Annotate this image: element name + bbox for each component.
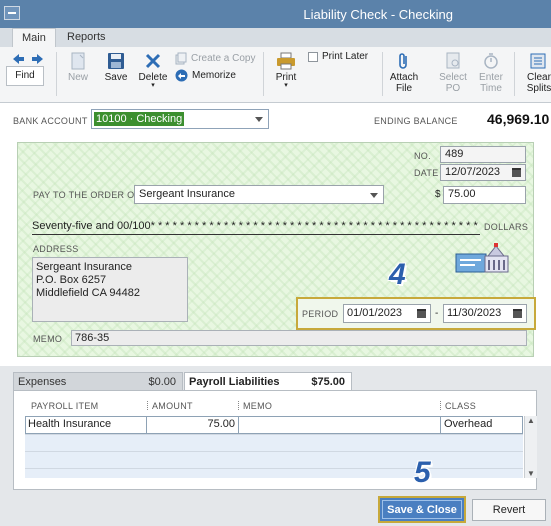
address-line-3: Middlefield CA 94482: [36, 287, 140, 299]
tab-reports[interactable]: Reports: [58, 28, 115, 48]
column-header-payroll-item: PAYROLL ITEM: [31, 401, 99, 411]
table-scrollbar[interactable]: ▲ ▼: [524, 416, 537, 478]
address-box[interactable]: Sergeant Insurance P.O. Box 6257 Middlef…: [32, 257, 188, 322]
table-row-empty[interactable]: [25, 451, 523, 468]
create-copy-button[interactable]: Create a Copy: [175, 52, 255, 65]
amount-field[interactable]: 75.00: [443, 186, 526, 204]
delete-x-icon: [145, 53, 161, 69]
amount-in-words: Seventy-five and 00/100* * * * * * * * *…: [32, 220, 480, 235]
check-number-field[interactable]: 489: [440, 146, 526, 163]
period-label: PERIOD: [302, 309, 339, 319]
bank-account-label: BANK ACCOUNT: [13, 116, 88, 126]
save-and-close-button[interactable]: Save & Close: [378, 496, 466, 523]
delete-button[interactable]: Delete ▾: [136, 52, 170, 89]
prev-next-arrows-icon[interactable]: [12, 53, 44, 65]
dollar-sign: $: [435, 189, 441, 200]
ending-balance-value: 46,969.10: [487, 111, 550, 127]
tab-payroll-liabilities[interactable]: Payroll Liabilities $75.00: [184, 372, 352, 392]
chevron-down-icon: ▾: [284, 82, 288, 89]
bank-account-value: 10100 · Checking: [94, 112, 185, 126]
print-later-checkbox[interactable]: Print Later: [308, 51, 368, 62]
amount-cell[interactable]: 75.00: [147, 417, 238, 434]
payee-select[interactable]: Sergeant Insurance: [134, 185, 384, 204]
window-title: Liability Check - Checking: [303, 7, 453, 22]
chevron-down-icon: [255, 117, 263, 122]
class-cell[interactable]: Overhead: [441, 417, 523, 434]
ending-balance-label: ENDING BALANCE: [374, 116, 458, 126]
new-document-icon: [71, 52, 85, 70]
scroll-down-icon[interactable]: ▼: [525, 469, 537, 478]
tab-expenses[interactable]: Expenses $0.00: [13, 372, 183, 391]
government-check-icon: [455, 243, 509, 273]
ribbon-tabs: Main Reports: [0, 28, 551, 48]
chevron-down-icon: ▾: [151, 82, 155, 89]
checkbox-box[interactable]: [308, 51, 318, 62]
table-row-empty[interactable]: [25, 468, 523, 478]
address-label: ADDRESS: [33, 244, 79, 254]
select-po-button[interactable]: Select PO: [438, 52, 468, 94]
stopwatch-icon: [484, 53, 498, 69]
tab-main[interactable]: Main: [12, 28, 56, 48]
floppy-disk-icon: [108, 53, 124, 69]
clear-splits-button[interactable]: Clear Splits: [524, 52, 551, 94]
calendar-icon[interactable]: [417, 309, 426, 318]
check-number-label: NO.: [414, 151, 431, 161]
column-header-memo: MEMO: [243, 401, 273, 411]
memorize-button[interactable]: Memorize: [175, 69, 236, 82]
window-menu-icon[interactable]: [4, 6, 20, 20]
ribbon-toolbar: New Save Delete ▾ Create a Copy Memorize…: [0, 47, 551, 103]
clear-splits-icon: [530, 53, 546, 69]
chevron-down-icon: [370, 193, 378, 198]
save-button[interactable]: Save: [101, 52, 131, 83]
find-button[interactable]: Find: [6, 66, 44, 86]
calendar-icon[interactable]: [513, 309, 522, 318]
memo-cell[interactable]: [239, 417, 440, 434]
date-label: DATE: [414, 168, 439, 178]
dollars-label: DOLLARS: [484, 222, 529, 232]
address-line-1: Sergeant Insurance: [36, 261, 133, 273]
memo-field[interactable]: 786-35: [71, 330, 527, 346]
pay-to-label: PAY TO THE ORDER OF: [33, 190, 141, 200]
column-header-class: CLASS: [445, 401, 477, 411]
enter-time-button[interactable]: Enter Time: [476, 52, 506, 94]
payroll-item-cell[interactable]: Health Insurance: [25, 417, 147, 434]
bank-account-select[interactable]: 10100 · Checking: [91, 109, 269, 129]
paperclip-icon: [399, 53, 407, 69]
title-bar: Liability Check - Checking: [0, 0, 551, 28]
memo-label: MEMO: [33, 334, 63, 344]
date-field[interactable]: 12/07/2023: [440, 164, 526, 181]
calendar-icon[interactable]: [512, 168, 521, 177]
new-button[interactable]: New: [64, 52, 92, 83]
copy-icon: [175, 52, 187, 65]
period-from-field[interactable]: 01/01/2023: [343, 304, 431, 323]
printer-icon: [277, 52, 295, 70]
period-separator: -: [435, 308, 439, 319]
scroll-up-icon[interactable]: ▲: [525, 416, 537, 425]
table-row-empty[interactable]: [25, 434, 523, 451]
step-5-marker: 5: [414, 456, 431, 489]
revert-button[interactable]: Revert: [472, 499, 546, 521]
memorize-icon: [175, 69, 188, 82]
attach-file-button[interactable]: Attach File: [388, 52, 420, 94]
address-line-2: P.O. Box 6257: [36, 274, 107, 286]
select-po-icon: [446, 52, 460, 69]
period-to-field[interactable]: 11/30/2023: [443, 304, 527, 323]
step-4-marker: 4: [389, 258, 406, 291]
column-header-amount: AMOUNT: [152, 401, 193, 411]
print-button[interactable]: Print ▾: [273, 52, 299, 89]
